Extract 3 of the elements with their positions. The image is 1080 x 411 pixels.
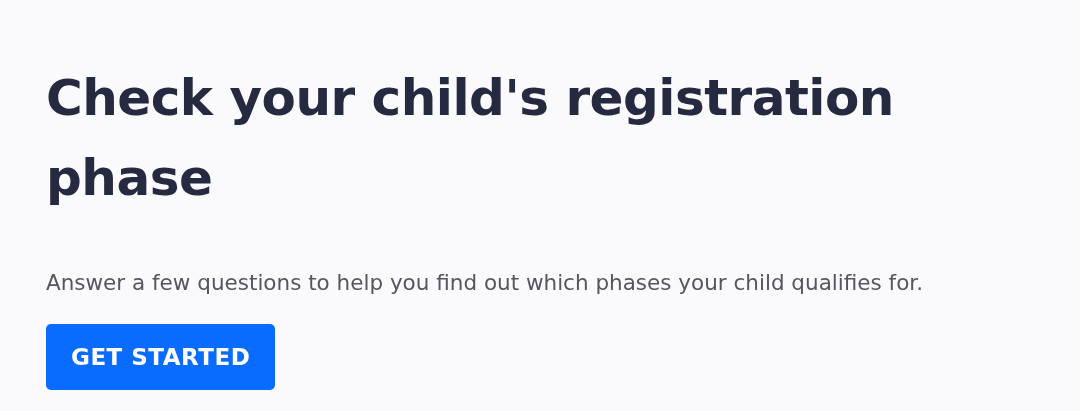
description-text: Answer a few questions to help you find out which phases your child qualifies for. <box>46 269 923 297</box>
get-started-button[interactable]: GET STARTED <box>46 324 276 390</box>
page-heading: Check your child's registration phase <box>46 68 895 209</box>
